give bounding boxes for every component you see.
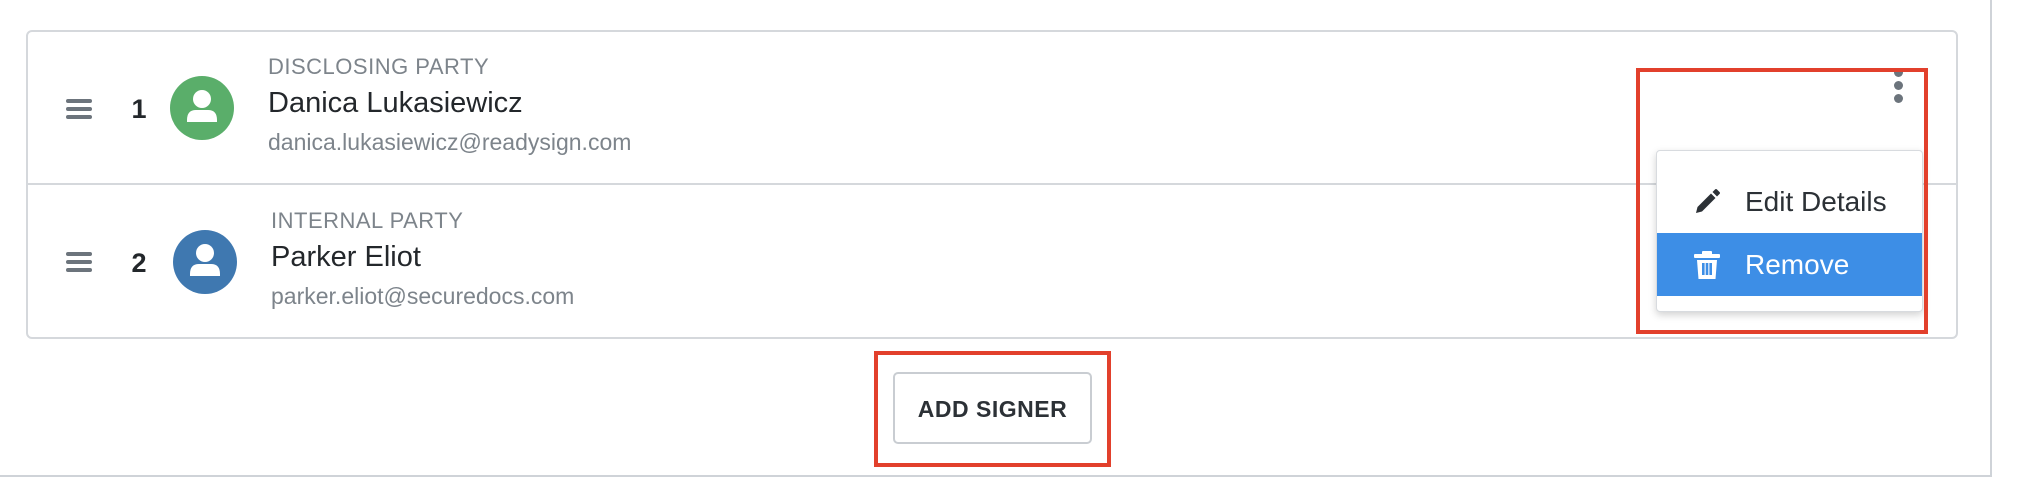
party-type-label: INTERNAL PARTY (271, 208, 464, 233)
signer-name: Danica Lukasiewicz (268, 87, 523, 119)
signer-name: Parker Eliot (271, 241, 421, 273)
annotation-highlight-menu (1636, 68, 1928, 334)
user-icon (170, 76, 234, 140)
signer-email: danica.lukasiewicz@readysign.com (268, 129, 632, 155)
signer-email: parker.eliot@securedocs.com (271, 283, 575, 309)
drag-handle-icon[interactable] (66, 250, 94, 274)
signer-order-number: 2 (131, 248, 147, 278)
signer-order-number: 1 (131, 94, 147, 124)
party-type-label: DISCLOSING PARTY (268, 54, 490, 79)
signers-panel: 1 DISCLOSING PARTY Danica Lukasiewicz da… (0, 0, 1992, 477)
annotation-highlight-add-signer (874, 351, 1111, 467)
user-icon (173, 230, 237, 294)
drag-handle-icon[interactable] (66, 97, 94, 121)
